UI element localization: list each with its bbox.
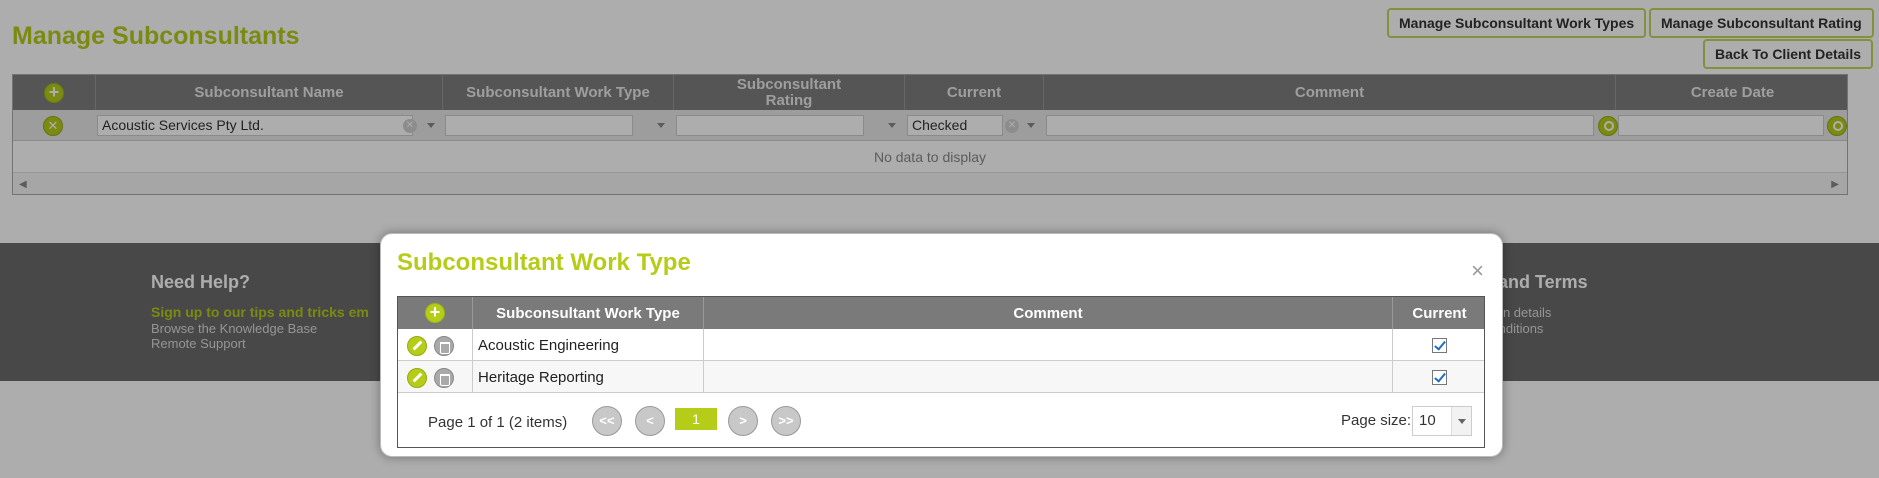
work-type-modal: Subconsultant Work Type × + Subconsultan… — [380, 233, 1503, 457]
current-checkbox[interactable] — [1432, 369, 1447, 385]
page-size-select[interactable]: 10 — [1412, 406, 1472, 436]
current-checkbox[interactable] — [1432, 337, 1447, 353]
page-size-value: 10 — [1419, 412, 1436, 429]
edit-icon[interactable] — [407, 368, 427, 388]
current-page-indicator[interactable]: 1 — [675, 408, 717, 430]
add-icon[interactable]: + — [425, 303, 445, 323]
cell-comment — [704, 329, 1393, 361]
next-page-button[interactable]: > — [728, 406, 758, 436]
cell-work-type: Heritage Reporting — [473, 361, 704, 393]
pager-info: Page 1 of 1 (2 items) — [428, 414, 568, 431]
delete-icon[interactable] — [434, 336, 454, 356]
work-type-grid: + Subconsultant Work Type Comment Curren… — [397, 296, 1485, 448]
row-actions — [398, 361, 473, 393]
row-actions — [398, 329, 473, 361]
chevron-down-icon[interactable] — [1451, 407, 1471, 435]
first-page-button[interactable]: << — [592, 406, 622, 436]
prev-page-button[interactable]: < — [635, 406, 665, 436]
last-page-button[interactable]: >> — [771, 406, 801, 436]
modal-title: Subconsultant Work Type — [397, 249, 691, 276]
table-row: Acoustic Engineering — [398, 329, 1484, 361]
cell-current — [1393, 361, 1486, 393]
cell-current — [1393, 329, 1486, 361]
col-current[interactable]: Current — [1393, 297, 1486, 329]
work-type-add-cell: + — [398, 297, 473, 329]
delete-icon[interactable] — [434, 368, 454, 388]
edit-icon[interactable] — [407, 336, 427, 356]
col-comment[interactable]: Comment — [704, 297, 1393, 329]
work-type-grid-header: + Subconsultant Work Type Comment Curren… — [398, 297, 1484, 329]
pager: Page 1 of 1 (2 items) << < 1 > >> Page s… — [398, 395, 1484, 447]
col-work-type[interactable]: Subconsultant Work Type — [473, 297, 704, 329]
table-row: Heritage Reporting — [398, 361, 1484, 393]
page-size-label: Page size: — [1341, 412, 1412, 429]
cell-work-type: Acoustic Engineering — [473, 329, 704, 361]
close-icon[interactable]: × — [1471, 260, 1484, 282]
cell-comment — [704, 361, 1393, 393]
